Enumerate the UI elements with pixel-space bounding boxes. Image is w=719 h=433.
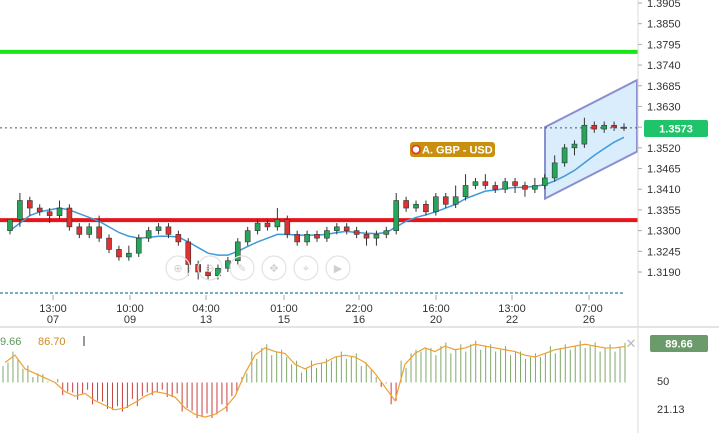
candle xyxy=(423,200,429,216)
candle xyxy=(126,245,132,261)
price-tick-label: 1.3465 xyxy=(647,164,681,176)
candle xyxy=(106,234,112,254)
svg-text:▶: ▶ xyxy=(334,262,343,275)
date-tick-label: 13 xyxy=(200,314,212,326)
trading-chart[interactable]: ⊕ ⊖ ✎ ✥ ⌖ ▶ A. GBP - USD 1.39051.38501.37951.… xyxy=(0,0,719,433)
candles xyxy=(7,117,627,280)
candle xyxy=(27,196,33,216)
date-tick-label: 09 xyxy=(124,314,136,326)
indicator-tick-low: 21.13 xyxy=(657,404,685,416)
svg-text:⌖: ⌖ xyxy=(303,262,309,275)
price-tick-label: 1.3795 xyxy=(647,39,681,51)
price-tick-label: 1.3410 xyxy=(647,184,681,196)
price-tick-label: 1.3190 xyxy=(647,267,681,279)
candle xyxy=(7,219,13,235)
candle xyxy=(343,223,350,235)
candle xyxy=(145,226,152,242)
time-axis: 13:000710:000904:001301:001522:001616:00… xyxy=(39,295,603,326)
indicator-value-a: 9.66 xyxy=(0,336,21,348)
candle xyxy=(482,174,489,190)
candle xyxy=(175,230,182,246)
svg-text:✥: ✥ xyxy=(269,262,278,275)
date-tick-label: 20 xyxy=(430,314,442,326)
candle xyxy=(442,192,449,209)
candle xyxy=(155,223,162,235)
date-tick-label: 15 xyxy=(278,314,290,326)
candle xyxy=(383,226,390,239)
current-price-badge: 1.3573 xyxy=(644,120,708,137)
candle xyxy=(393,192,400,235)
price-tick-label: 1.3685 xyxy=(647,81,681,93)
candle xyxy=(116,245,122,261)
instrument-label: A. GBP - USD xyxy=(422,145,493,157)
candle xyxy=(413,200,419,212)
indicator-value-badge: 89.66 xyxy=(650,335,708,352)
candle xyxy=(512,177,518,193)
indicator-current-value: 89.66 xyxy=(665,339,693,351)
indicator-value-b: 86.70 xyxy=(38,336,66,348)
price-tick-label: 1.3630 xyxy=(647,101,681,113)
candle xyxy=(462,174,469,201)
indicator-tick-50: 50 xyxy=(657,376,669,388)
price-tick-label: 1.3245 xyxy=(647,246,681,258)
price-channel[interactable] xyxy=(544,78,638,201)
candle xyxy=(314,230,320,242)
current-price-label: 1.3573 xyxy=(659,124,693,136)
date-tick-label: 26 xyxy=(583,314,595,326)
candle xyxy=(234,238,241,265)
date-tick-label: 16 xyxy=(353,314,365,326)
candle xyxy=(324,226,330,242)
zoom-in-icon[interactable]: ⊕ xyxy=(165,255,191,281)
crosshair-icon[interactable]: ⌖ xyxy=(293,255,319,281)
candle xyxy=(492,181,499,193)
candle xyxy=(532,177,538,193)
date-tick-label: 07 xyxy=(47,314,59,326)
price-axis: 1.3905 1.3850 1.3795 1.3740 1.3685 1.3630 1.35… xyxy=(638,0,681,279)
candle xyxy=(244,226,251,246)
svg-text:⊖: ⊖ xyxy=(205,262,214,275)
candle xyxy=(472,177,479,190)
candle xyxy=(353,226,360,239)
candle xyxy=(36,204,43,216)
candle xyxy=(294,230,300,246)
candle xyxy=(274,208,281,231)
play-icon[interactable]: ▶ xyxy=(325,255,351,281)
oscillator-histogram xyxy=(2,340,626,418)
svg-text:⊕: ⊕ xyxy=(173,262,182,275)
candle xyxy=(522,181,528,197)
candle xyxy=(56,200,63,220)
close-icon[interactable]: ✕ xyxy=(626,337,637,352)
indicator-values: 9.66 86.70 xyxy=(0,336,85,348)
date-tick-label: 22 xyxy=(506,314,518,326)
price-tick-label: 1.3905 xyxy=(647,0,681,10)
candle xyxy=(86,223,93,239)
pan-icon[interactable]: ✥ xyxy=(261,255,287,281)
candle xyxy=(66,204,73,231)
svg-text:✎: ✎ xyxy=(237,262,246,275)
price-tick-label: 1.3850 xyxy=(647,19,681,31)
candle xyxy=(304,230,310,246)
price-tick-label: 1.3355 xyxy=(647,205,681,217)
price-tick-label: 1.3520 xyxy=(647,143,681,155)
candle xyxy=(403,196,409,212)
drawing-tool-icon[interactable]: ✎ xyxy=(229,255,255,281)
candle xyxy=(76,223,83,239)
candle xyxy=(502,177,508,193)
instrument-badge[interactable]: A. GBP - USD xyxy=(410,142,495,157)
oscillator-line xyxy=(4,343,626,418)
chart-toolbar: ⊕ ⊖ ✎ ✥ ⌖ ▶ xyxy=(165,255,351,281)
price-tick-label: 1.3300 xyxy=(647,226,681,238)
instrument-dot-icon xyxy=(411,144,421,155)
price-tick-label: 1.3740 xyxy=(647,60,681,72)
